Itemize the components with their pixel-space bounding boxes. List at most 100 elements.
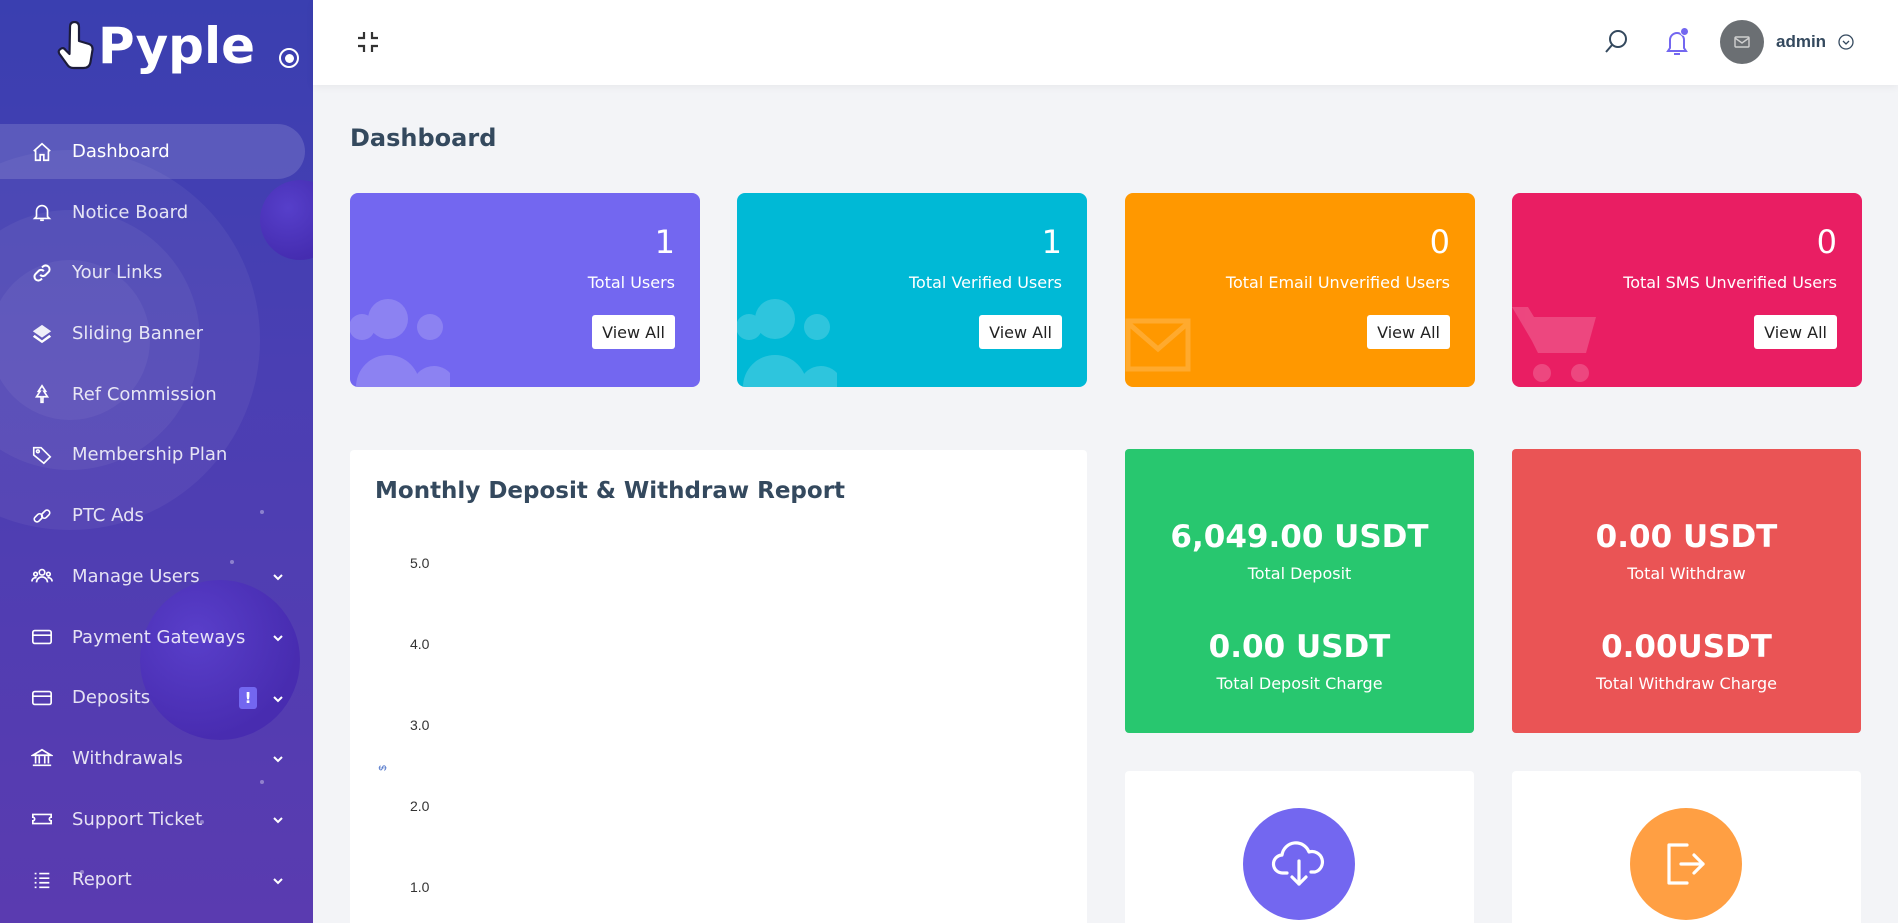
card-icon (30, 686, 54, 710)
users-icon (30, 564, 54, 588)
sidebar-item-label: Deposits (72, 687, 151, 709)
username: admin (1776, 32, 1827, 51)
cloud-download-icon[interactable] (1243, 808, 1355, 920)
bell-icon (30, 200, 54, 224)
sidebar-item-notice-board[interactable]: Notice Board (0, 185, 313, 240)
sidebar-item-sliding-banner[interactable]: Sliding Banner (0, 306, 313, 361)
sidebar-item-ptc-ads[interactable]: PTC Ads (0, 488, 313, 543)
chevron-down-icon (273, 878, 283, 885)
sidebar-item-label: PTC Ads (72, 505, 144, 527)
chain-icon (30, 504, 54, 528)
sidebar-item-payment-gateways[interactable]: Payment Gateways (0, 610, 313, 665)
sidebar-item-manage-users[interactable]: Manage Users (0, 549, 313, 604)
stat-value: 1 (1041, 223, 1062, 261)
sidebar-item-label: Manage Users (72, 565, 200, 587)
cart-icon (1512, 307, 1596, 382)
notification-dot (1680, 27, 1689, 36)
stat-card-email-unverified: 0 Total Email Unverified Users View All (1125, 193, 1475, 387)
chevron-down-icon (273, 574, 283, 581)
list-icon (30, 868, 54, 892)
sidebar-item-membership-plan[interactable]: Membership Plan (0, 427, 313, 482)
alert-badge: ! (239, 686, 257, 709)
withdraw-charge-label: Total Withdraw Charge (1596, 674, 1777, 693)
y-tick-label: 5.0 (410, 555, 430, 571)
sidebar-menu: Dashboard Notice Board Your Links Slidin… (0, 124, 313, 913)
stat-card-sms-unverified: 0 Total SMS Unverified Users View All (1512, 193, 1862, 387)
sidebar-item-label: Ref Commission (72, 383, 217, 405)
chevron-down-icon (273, 695, 283, 703)
withdraw-charge-amount: 0.00USDT (1601, 629, 1772, 665)
total-deposit-label: Total Deposit (1247, 564, 1352, 583)
stat-card-total-users: 1 Total Users View All (350, 193, 700, 387)
chevron-down-icon (273, 817, 283, 824)
user-menu[interactable]: admin (1720, 19, 1854, 65)
stat-value: 1 (654, 223, 675, 261)
deposit-charge-label: Total Deposit Charge (1216, 674, 1383, 693)
withdraw-summary-card: 0.00 USDT Total Withdraw 0.00USDT Total … (1512, 449, 1861, 733)
home-icon (30, 140, 54, 164)
sidebar-item-label: Membership Plan (72, 444, 228, 466)
chevron-down-icon (273, 635, 283, 642)
y-tick-label: 1.0 (410, 879, 430, 895)
sign-out-icon[interactable] (1630, 808, 1742, 920)
deposit-withdraw-chart: 5.0 4.0 3.0 2.0 1.0 $ (378, 555, 430, 895)
view-all-button[interactable]: View All (592, 315, 675, 349)
view-all-button[interactable]: View All (979, 315, 1062, 349)
layers-icon (30, 322, 54, 346)
withdraw-action-card (1512, 771, 1861, 923)
sidebar-item-label: Payment Gateways (72, 626, 246, 648)
sidebar-item-support-ticket[interactable]: Support Ticket (0, 792, 313, 847)
brand-logo[interactable]: Pyple (56, 16, 255, 76)
stat-value: 0 (1816, 223, 1837, 261)
view-all-button[interactable]: View All (1367, 315, 1450, 349)
total-withdraw-amount: 0.00 USDT (1595, 519, 1778, 555)
view-all-button[interactable]: View All (1754, 315, 1837, 349)
sidebar-item-label: Sliding Banner (72, 323, 204, 345)
sidebar-item-ref-commission[interactable]: Ref Commission (0, 367, 313, 422)
exit-fullscreen-icon[interactable] (356, 30, 380, 54)
deposit-summary-card: 6,049.00 USDT Total Deposit 0.00 USDT To… (1125, 449, 1474, 733)
sidebar-item-label: Support Ticket (72, 808, 203, 830)
stat-value: 0 (1429, 223, 1450, 261)
users-icon (350, 299, 450, 387)
stat-label: Total Users (587, 273, 675, 292)
hand-pointer-icon (56, 20, 96, 71)
search-icon[interactable] (1603, 28, 1631, 56)
sidebar-item-label: Dashboard (72, 141, 170, 162)
sidebar-item-withdrawals[interactable]: Withdrawals (0, 731, 313, 786)
chevron-down-icon (273, 756, 283, 763)
sidebar-item-dashboard[interactable]: Dashboard (0, 124, 305, 179)
stat-card-verified-users: 1 Total Verified Users View All (737, 193, 1087, 387)
tree-icon (30, 382, 54, 406)
report-card: Monthly Deposit & Withdraw Report 5.0 4.0… (350, 450, 1087, 923)
sidebar-item-deposits[interactable]: Deposits ! (0, 670, 313, 725)
bank-icon (30, 746, 54, 770)
deposit-charge-amount: 0.00 USDT (1208, 629, 1391, 665)
avatar (1720, 20, 1764, 64)
stat-label: Total Email Unverified Users (1225, 273, 1450, 292)
sidebar-item-your-links[interactable]: Your Links (0, 245, 313, 300)
total-withdraw-label: Total Withdraw (1627, 564, 1746, 583)
notification-bell-icon[interactable] (1663, 27, 1691, 57)
stat-label: Total SMS Unverified Users (1623, 273, 1837, 292)
y-axis-label: $ (378, 765, 389, 771)
sidebar-item-label: Notice Board (72, 201, 189, 223)
link-icon (30, 261, 54, 285)
y-tick-label: 4.0 (410, 636, 430, 652)
chevron-down-circle-icon (1838, 34, 1854, 50)
total-deposit-amount: 6,049.00 USDT (1170, 519, 1429, 555)
ticket-icon (30, 807, 54, 831)
sidebar-item-label: Report (72, 869, 132, 891)
deposit-action-card (1125, 771, 1474, 923)
sidebar-item-report[interactable]: Report (0, 852, 313, 907)
brand-name: Pyple (98, 17, 256, 75)
y-tick-label: 2.0 (410, 798, 430, 814)
sidebar-item-label: Your Links (72, 262, 163, 284)
sidebar-collapse-toggle[interactable] (279, 48, 299, 68)
card-icon (30, 625, 54, 649)
tag-icon (30, 443, 54, 467)
stat-label: Total Verified Users (909, 273, 1062, 292)
y-tick-label: 3.0 (410, 717, 430, 733)
envelope-icon (1125, 318, 1191, 372)
users-icon (737, 299, 837, 387)
